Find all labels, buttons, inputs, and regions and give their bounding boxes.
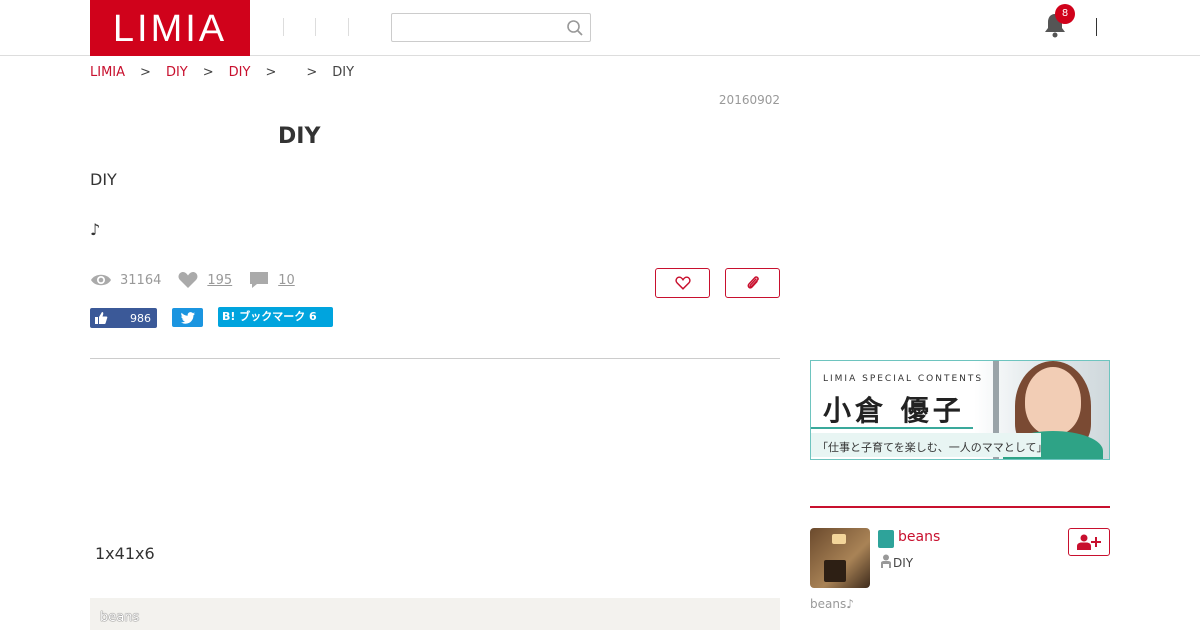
author-avatar[interactable] <box>810 528 870 588</box>
breadcrumb-separator: > <box>306 65 318 80</box>
site-header: LIMIA 8 <box>0 0 1200 56</box>
comment-count-link[interactable]: 10 <box>278 273 295 288</box>
content-divider <box>90 358 780 359</box>
avatar-lamp <box>832 534 846 544</box>
eye-icon <box>91 274 111 286</box>
nav-separator <box>348 18 349 36</box>
hatena-bookmark-button[interactable]: B! ブックマーク 6 <box>218 307 333 327</box>
banner-name: 小倉 優子 <box>823 394 965 427</box>
article-stats: 31164 195 10 <box>90 268 311 292</box>
facebook-like-count: 986 <box>130 311 151 325</box>
article-date: 20160902 <box>718 93 780 107</box>
article-lead: DIY <box>90 170 117 189</box>
heart-icon <box>178 272 198 288</box>
author-bio: beans♪ <box>810 597 854 611</box>
breadcrumb-separator: > <box>140 65 151 80</box>
article-title: DIY <box>278 124 321 149</box>
notification-badge: 8 <box>1055 4 1075 24</box>
image-strip: beans <box>90 598 780 630</box>
nav-separator <box>283 18 284 36</box>
search-icon[interactable] <box>566 19 584 37</box>
breadcrumb: LIMIA > DIY > DIY > > DIY <box>90 64 354 82</box>
article-lead-note: ♪ <box>90 220 101 239</box>
author-role: DIY <box>893 556 914 570</box>
breadcrumb-link-home[interactable]: LIMIA <box>90 65 125 80</box>
person-icon <box>881 554 891 568</box>
banner-tagline: 「仕事と子育てを楽しむ、一人のママとして」 <box>817 441 1048 454</box>
view-count: 31164 <box>120 272 162 288</box>
like-count-link[interactable]: 195 <box>207 273 232 288</box>
clip-button[interactable] <box>725 268 780 298</box>
heart-outline-icon <box>674 276 691 290</box>
breadcrumb-separator: > <box>265 65 277 80</box>
breadcrumb-link-diy-sub[interactable]: DIY <box>229 65 251 80</box>
banner-underline <box>811 427 973 429</box>
avatar-chair <box>824 560 846 582</box>
author-name-link[interactable]: beans <box>898 529 940 545</box>
follow-button[interactable] <box>1068 528 1110 556</box>
twitter-bird-icon <box>180 311 195 324</box>
banner-kicker: LIMIA SPECIAL CONTENTS <box>823 374 984 384</box>
thumbs-up-icon <box>95 312 108 324</box>
facebook-like-button[interactable]: 986 <box>90 308 157 328</box>
user-rank-badge <box>878 530 894 548</box>
comment-icon <box>250 272 269 288</box>
breadcrumb-link-diy[interactable]: DIY <box>166 65 188 80</box>
limia-logo[interactable]: LIMIA <box>90 0 250 56</box>
author-section-rule <box>810 506 1110 508</box>
search-input[interactable] <box>391 13 591 42</box>
paperclip-icon <box>747 276 759 289</box>
special-contents-banner[interactable]: LIMIA SPECIAL CONTENTS 小倉 優子 「仕事と子育てを楽しむ… <box>810 360 1110 460</box>
twitter-share-button[interactable] <box>172 308 203 327</box>
breadcrumb-separator: > <box>202 65 214 80</box>
breadcrumb-current: DIY <box>332 65 355 80</box>
user-menu-separator <box>1096 18 1097 36</box>
nav-separator <box>315 18 316 36</box>
favorite-button[interactable] <box>655 268 710 298</box>
image-credit: beans <box>100 610 140 625</box>
article-size-text: 1x41x6 <box>95 544 155 563</box>
user-plus-icon <box>1077 534 1101 550</box>
banner-portrait-face <box>1025 367 1081 435</box>
